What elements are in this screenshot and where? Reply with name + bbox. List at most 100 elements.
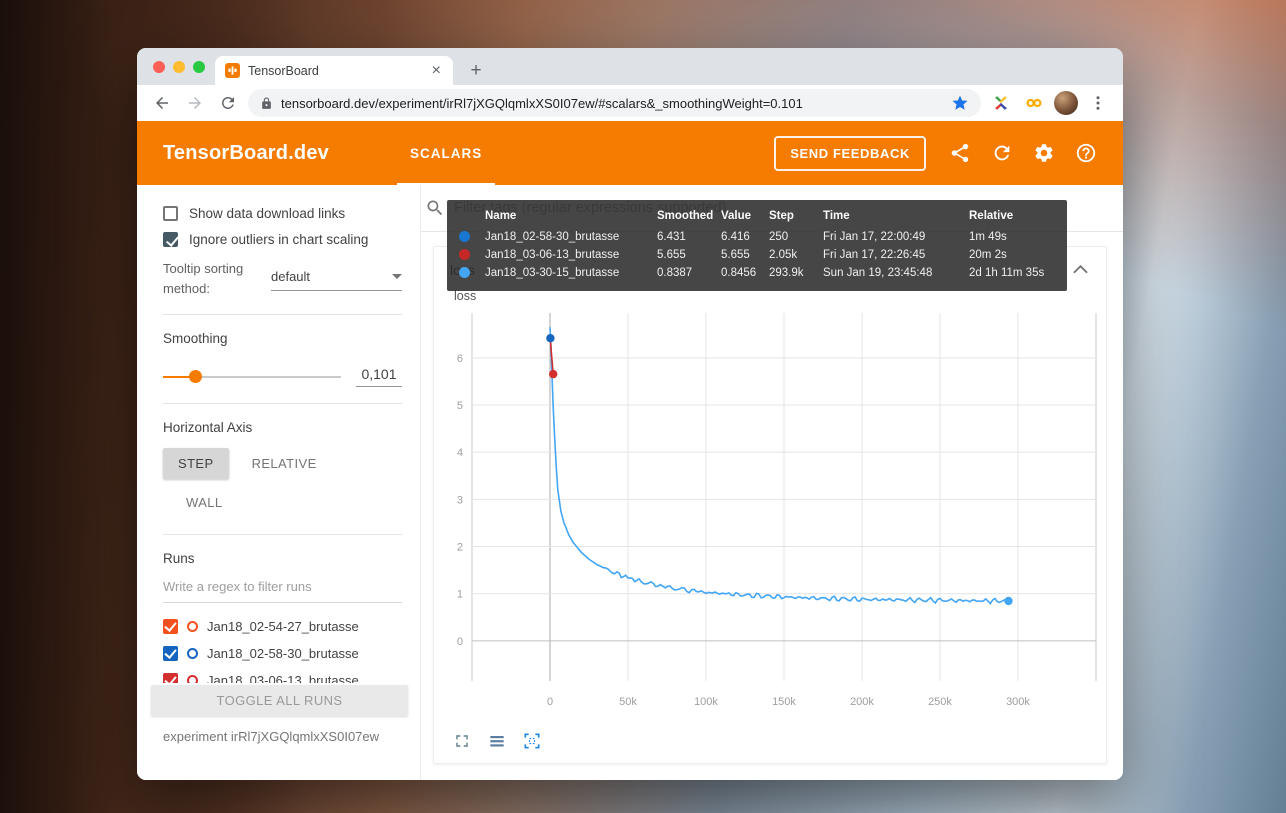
run-color-toggle[interactable] [187,648,198,659]
fit-domain-button[interactable] [520,729,544,753]
tab-close-icon[interactable]: × [430,63,443,79]
tooltip-cell-time: Fri Jan 17, 22:00:49 [823,228,969,246]
ignore-outliers-label: Ignore outliers in chart scaling [189,232,368,247]
forward-button[interactable] [182,90,208,116]
refresh-icon[interactable] [990,142,1013,165]
svg-text:100k: 100k [694,696,718,708]
tooltip-cell-relative: 20m 2s [969,246,1055,264]
bookmark-star-icon[interactable] [951,94,969,112]
tooltip-cell-step: 293.9k [769,264,823,282]
settings-gear-icon[interactable] [1032,142,1055,165]
tooltip-col-header: Name [485,207,657,228]
chevron-down-icon [392,274,402,279]
chart-tooltip: NameSmoothedValueStepTimeRelative Jan18_… [447,200,1067,291]
svg-text:250k: 250k [928,696,952,708]
series-end-dot [549,370,557,378]
tooltip-cell-relative: 2d 1h 11m 35s [969,264,1055,282]
svg-text:150k: 150k [772,696,796,708]
divider [163,534,402,535]
tab-strip: TensorBoard × + [137,48,1123,85]
tooltip-table: NameSmoothedValueStepTimeRelative Jan18_… [459,207,1055,282]
tooltip-row: Jan18_03-30-15_brutasse0.83870.8456293.9… [459,264,1055,282]
url-text[interactable]: tensorboard.dev/experiment/irRl7jXGQlqml… [281,96,943,111]
share-icon[interactable] [948,142,971,165]
show-download-links-row[interactable]: Show data download links [163,206,402,221]
app-title: TensorBoard.dev [163,142,329,165]
loss-chart-card: loss loss 050k100k150k200k250k300k012345… [433,246,1107,764]
run-checkbox[interactable] [163,619,178,634]
run-row[interactable]: Jan18_02-54-27_brutasse [163,613,402,640]
send-feedback-button[interactable]: SEND FEEDBACK [774,136,926,171]
lock-icon [260,97,273,110]
settings-sidebar: Show data download links Ignore outliers… [137,185,421,780]
search-icon [425,198,445,218]
profile-avatar[interactable] [1054,91,1078,115]
tooltip-cell-smoothed: 5.655 [657,246,721,264]
back-button[interactable] [149,90,175,116]
browser-menu-icon[interactable] [1085,90,1111,116]
run-checkbox[interactable] [163,673,178,683]
tooltip-cell-smoothed: 6.431 [657,228,721,246]
smoothing-slider-knob[interactable] [189,370,202,383]
colab-extension-icon[interactable] [1021,90,1047,116]
tooltip-col-header: Relative [969,207,1055,228]
toggle-all-runs-button[interactable]: TOGGLE ALL RUNS [151,685,408,716]
run-label: Jan18_02-58-30_brutasse [207,646,359,661]
tooltip-col-header: Smoothed [657,207,721,228]
window-controls [153,61,205,73]
series-end-dot [546,334,554,342]
svg-text:4: 4 [457,447,463,459]
url-bar[interactable]: tensorboard.dev/experiment/irRl7jXGQlqml… [248,89,981,117]
close-window-button[interactable] [153,61,165,73]
tooltip-cell-name: Jan18_03-30-15_brutasse [485,264,657,282]
tooltip-cell-name: Jan18_02-58-30_brutasse [485,228,657,246]
axis-wall-button[interactable]: WALL [171,487,238,518]
help-icon[interactable] [1074,142,1097,165]
svg-text:2: 2 [457,542,463,554]
run-list: Jan18_02-54-27_brutasse Jan18_02-58-30_br… [163,613,402,683]
minimize-window-button[interactable] [173,61,185,73]
smoothing-label: Smoothing [163,331,402,346]
chart-title: loss [454,289,1106,303]
svg-text:1: 1 [457,589,463,601]
divider [163,403,402,404]
run-row[interactable]: Jan18_03-06-13_brutasse [163,667,402,683]
main-content: loss loss 050k100k150k200k250k300k012345… [421,185,1123,780]
run-label: Jan18_03-06-13_brutasse [207,673,359,683]
tooltip-col-header: Time [823,207,969,228]
axis-step-button[interactable]: STEP [163,448,229,479]
ignore-outliers-row[interactable]: Ignore outliers in chart scaling [163,232,402,247]
run-checkbox[interactable] [163,646,178,661]
ignore-outliers-checkbox[interactable] [163,232,178,247]
zoom-window-button[interactable] [193,61,205,73]
runs-filter-input[interactable] [163,579,402,603]
run-dot-icon [459,231,470,242]
extension-icon[interactable] [988,90,1014,116]
tooltip-col-header: Step [769,207,823,228]
svg-text:300k: 300k [1006,696,1030,708]
collapse-chevron-icon[interactable] [1073,261,1088,279]
run-color-toggle[interactable] [187,675,198,683]
new-tab-button[interactable]: + [461,56,491,85]
tooltip-header-row: NameSmoothedValueStepTimeRelative [459,207,1055,228]
expand-chart-button[interactable] [450,729,474,753]
reload-button[interactable] [215,90,241,116]
run-color-toggle[interactable] [187,621,198,632]
run-dot-icon [459,249,470,260]
loss-chart[interactable]: 050k100k150k200k250k300k0123456 [440,303,1108,727]
run-row[interactable]: Jan18_02-58-30_brutasse [163,640,402,667]
chart-options-button[interactable] [485,729,509,753]
tooltip-cell-value: 6.416 [721,228,769,246]
svg-text:200k: 200k [850,696,874,708]
tooltip-sorting-value: default [271,269,310,284]
svg-text:0: 0 [457,636,463,648]
axis-relative-button[interactable]: RELATIVE [237,448,332,479]
tooltip-cell-name: Jan18_03-06-13_brutasse [485,246,657,264]
show-download-links-checkbox[interactable] [163,206,178,221]
tooltip-sorting-dropdown[interactable]: default [271,269,402,291]
tab-scalars[interactable]: SCALARS [397,121,495,185]
smoothing-value[interactable]: 0,101 [356,366,402,387]
smoothing-slider[interactable] [163,370,341,383]
tooltip-cell-step: 2.05k [769,246,823,264]
browser-tab[interactable]: TensorBoard × [215,56,453,85]
